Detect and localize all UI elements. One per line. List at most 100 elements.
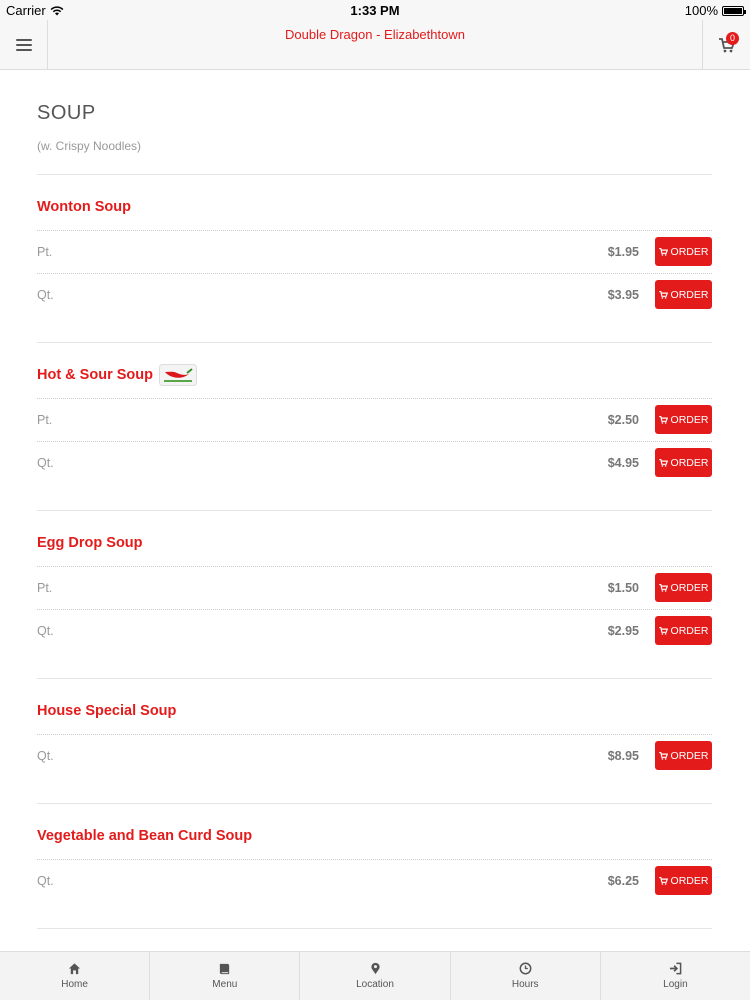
menu-item-name: House Special Soup <box>37 703 177 719</box>
price-row: Qt. $2.95 ORDER <box>37 609 712 652</box>
tab-label: Login <box>663 979 688 990</box>
menu-item-header: House Special Soup <box>37 699 712 723</box>
cart-icon <box>658 247 668 256</box>
cart-icon <box>658 458 668 467</box>
cart-icon <box>658 876 668 885</box>
menu-item: Hot & Sour Soup Pt. $2.50 ORDER Qt. $4.95 ORDE… <box>37 342 712 510</box>
tab-location[interactable]: Location <box>300 952 451 1000</box>
order-button[interactable]: ORDER <box>655 866 712 895</box>
tab-label: Location <box>356 979 394 990</box>
menu-content: SOUP (w. Crispy Noodles) Wonton Soup Pt. $… <box>0 71 750 951</box>
menu-item-name: Wonton Soup <box>37 199 131 215</box>
menu-item: Chicken Rice Soup <box>37 928 712 951</box>
menu-item: Egg Drop Soup Pt. $1.50 ORDER Qt. $2.95 ORDER <box>37 510 712 678</box>
nav-bar: Double Dragon - Elizabethtown 0 <box>0 20 750 70</box>
order-button[interactable]: ORDER <box>655 741 712 770</box>
order-button[interactable]: ORDER <box>655 448 712 477</box>
menu-item-header: Hot & Sour Soup <box>37 363 712 387</box>
order-button[interactable]: ORDER <box>655 280 712 309</box>
price-options: Pt. $2.50 ORDER Qt. $4.95 ORDER <box>37 398 712 484</box>
order-button-label: ORDER <box>670 874 709 887</box>
map-pin-icon <box>369 962 382 975</box>
spicy-pepper-icon <box>159 364 197 386</box>
tab-login[interactable]: Login <box>601 952 750 1000</box>
price-options: Qt. $6.25 ORDER <box>37 859 712 902</box>
price-row: Qt. $4.95 ORDER <box>37 441 712 484</box>
clock-icon <box>519 962 532 975</box>
price-row: Qt. $8.95 ORDER <box>37 734 712 777</box>
order-button-label: ORDER <box>670 288 709 301</box>
tab-hours[interactable]: Hours <box>451 952 601 1000</box>
size-label: Pt. <box>37 581 53 595</box>
menu-item-name: Vegetable and Bean Curd Soup <box>37 828 253 844</box>
tab-label: Hours <box>511 979 539 990</box>
price-options: Pt. $1.95 ORDER Qt. $3.95 ORDER <box>37 230 712 316</box>
tab-menu[interactable]: Menu <box>150 952 301 1000</box>
cart-count-badge: 0 <box>726 32 739 45</box>
order-button-label: ORDER <box>670 581 709 594</box>
order-button[interactable]: ORDER <box>655 405 712 434</box>
cart-icon <box>658 415 668 424</box>
price-row: Pt. $1.95 ORDER <box>37 230 712 273</box>
menu-item-header: Wonton Soup <box>37 195 712 219</box>
menu-item-header: Egg Drop Soup <box>37 531 712 555</box>
tab-label: Menu <box>212 979 238 990</box>
order-button-label: ORDER <box>670 624 709 637</box>
tab-home[interactable]: Home <box>0 952 151 1000</box>
status-time: 1:33 PM <box>350 3 400 18</box>
hamburger-icon <box>15 38 32 52</box>
battery-percent: 100% <box>684 3 718 18</box>
size-label: Qt. <box>37 624 54 638</box>
order-button-label: ORDER <box>670 245 709 258</box>
order-button-label: ORDER <box>670 456 709 469</box>
price-row: Pt. $1.50 ORDER <box>37 566 712 609</box>
price-value: $2.50 <box>607 413 639 427</box>
price-row: Qt. $3.95 ORDER <box>37 273 712 316</box>
menu-item-header: Vegetable and Bean Curd Soup <box>37 824 712 848</box>
size-label: Qt. <box>37 456 54 470</box>
price-value: $4.95 <box>607 456 639 470</box>
order-button[interactable]: ORDER <box>655 237 712 266</box>
battery-icon <box>722 5 746 16</box>
order-button-label: ORDER <box>670 749 709 762</box>
menu-item-name: Hot & Sour Soup <box>37 367 153 383</box>
section-subtitle: (w. Crispy Noodles) <box>37 139 142 153</box>
menu-item: Vegetable and Bean Curd Soup Qt. $6.25 ORDE… <box>37 803 712 928</box>
cart-icon <box>658 751 668 760</box>
battery-group: 100% <box>684 3 746 18</box>
tab-label: Home <box>61 979 88 990</box>
menu-items-list: Wonton Soup Pt. $1.95 ORDER Qt. $3.95 ORDER Hot… <box>37 174 712 951</box>
price-value: $8.95 <box>607 749 639 763</box>
size-label: Qt. <box>37 288 54 302</box>
menu-item: House Special Soup Qt. $8.95 ORDER <box>37 678 712 803</box>
cart-icon <box>658 290 668 299</box>
cart-icon <box>658 583 668 592</box>
price-value: $6.25 <box>607 874 639 888</box>
price-options: Qt. $8.95 ORDER <box>37 734 712 777</box>
order-button-label: ORDER <box>670 413 709 426</box>
price-row: Qt. $6.25 ORDER <box>37 859 712 902</box>
tab-bar: Home Menu Location Hours Login <box>0 951 750 1000</box>
price-value: $1.95 <box>607 245 639 259</box>
home-icon <box>68 962 81 975</box>
price-row: Pt. $2.50 ORDER <box>37 398 712 441</box>
order-button[interactable]: ORDER <box>655 616 712 645</box>
login-icon <box>669 962 682 975</box>
book-icon <box>218 962 231 975</box>
section-title: SOUP <box>37 102 96 124</box>
size-label: Pt. <box>37 413 53 427</box>
page-title: Double Dragon - Elizabethtown <box>285 27 465 42</box>
price-value: $2.95 <box>607 624 639 638</box>
price-value: $1.50 <box>607 581 639 595</box>
menu-item: Wonton Soup Pt. $1.95 ORDER Qt. $3.95 ORDER <box>37 174 712 342</box>
status-bar: Carrier 1:33 PM 100% <box>0 0 750 20</box>
cart-button[interactable]: 0 <box>702 20 750 70</box>
size-label: Pt. <box>37 245 53 259</box>
size-label: Qt. <box>37 749 54 763</box>
price-options: Pt. $1.50 ORDER Qt. $2.95 ORDER <box>37 566 712 652</box>
order-button[interactable]: ORDER <box>655 573 712 602</box>
cart-icon <box>658 626 668 635</box>
menu-button[interactable] <box>0 20 48 70</box>
menu-item-name: Egg Drop Soup <box>37 535 143 551</box>
price-value: $3.95 <box>607 288 639 302</box>
